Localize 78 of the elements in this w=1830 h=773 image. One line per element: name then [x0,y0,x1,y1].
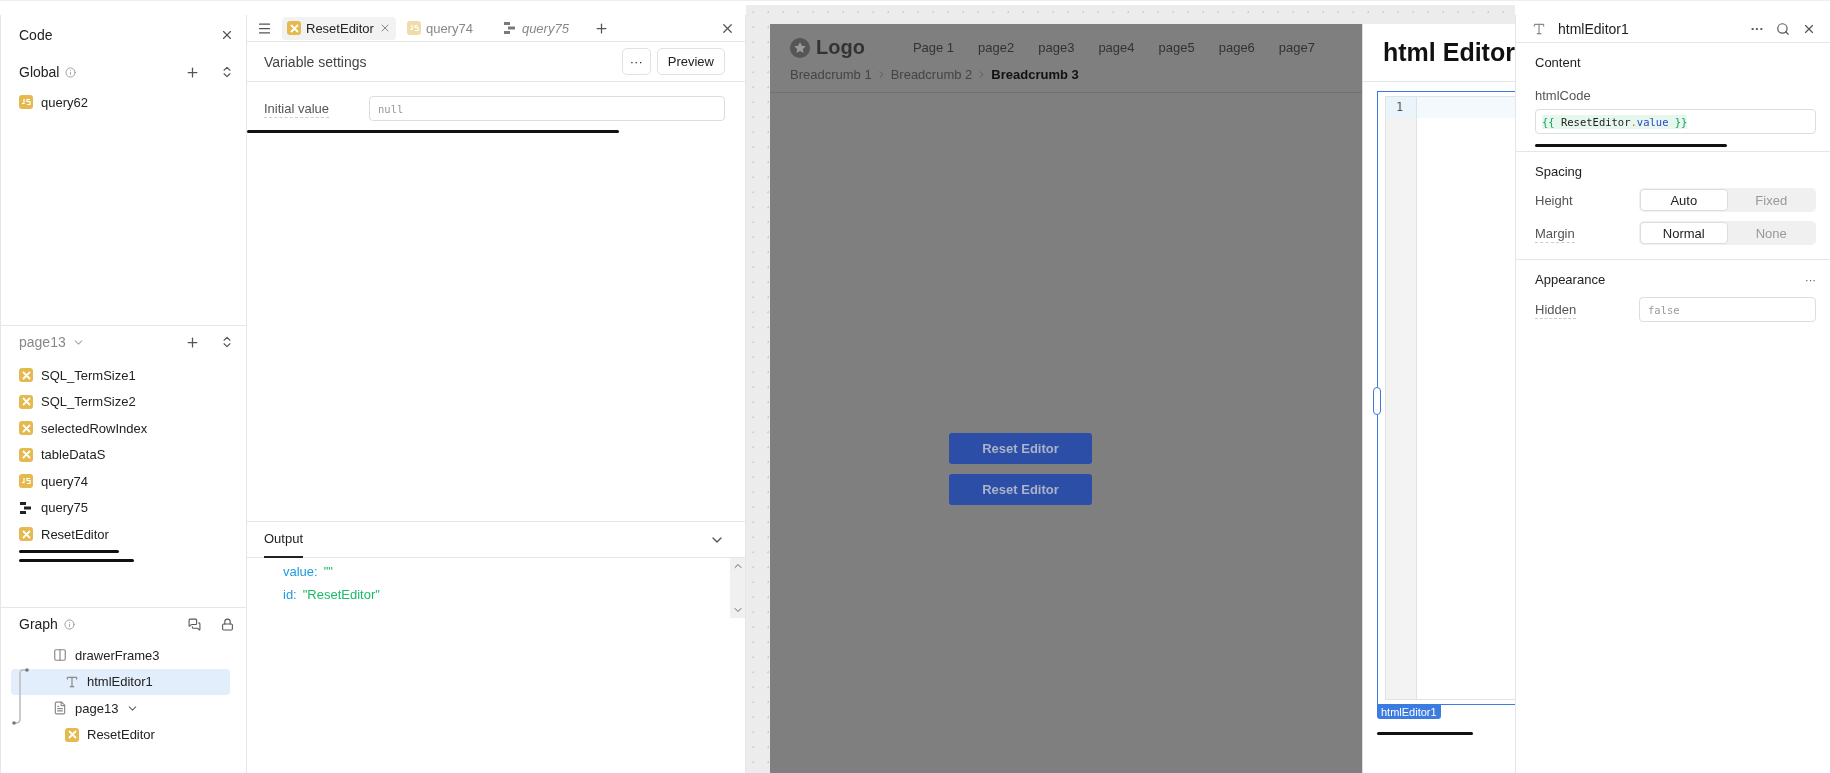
variable-icon [19,394,33,409]
line-number: 1 [1386,97,1416,118]
lock-icon[interactable] [221,617,234,631]
field-label: Margin [1535,225,1576,241]
more-button[interactable]: ··· [1750,21,1764,36]
field-label: Height [1535,192,1574,208]
code-item[interactable]: tableDataS [11,441,234,468]
variable-icon [19,421,33,436]
js-icon [406,21,421,35]
page-icon [53,701,67,716]
resize-handle[interactable] [1373,387,1381,415]
section-title: Global [19,64,60,80]
comments-icon[interactable] [188,617,201,631]
text-icon [65,674,79,689]
more-button[interactable]: ··· [1805,273,1816,286]
breadcrumb[interactable]: Breadcrumb 3 [991,67,1079,82]
menu-icon[interactable] [257,20,272,36]
variable-icon [19,527,33,542]
panel-icon [53,648,67,663]
more-button[interactable]: ··· [621,48,651,75]
section-title: Graph [19,616,58,632]
code-item[interactable]: SQL_TermSize1 [11,362,234,389]
connector-drawing [12,668,30,726]
graph-node[interactable]: page13 [11,695,230,722]
variable-icon [287,21,301,35]
js-icon [19,95,33,110]
output-key: id: [283,587,297,602]
plus-icon[interactable] [593,20,609,36]
segment-option[interactable]: Auto [1640,189,1728,211]
output-key: value: [283,564,318,579]
graph-node[interactable]: htmlEditor1 [11,668,230,695]
graph-node[interactable]: drawerFrame3 [11,642,230,669]
settings-title: Variable settings [264,53,367,70]
field-label: Initial value [264,101,331,116]
flow-icon [502,21,517,35]
preview-button[interactable]: Preview [656,48,725,75]
editor-tab[interactable]: query74 [401,16,478,40]
variable-icon [65,727,79,742]
graph-node[interactable]: ResetEditor [11,721,230,748]
reset-button[interactable]: Reset Editor [949,433,1092,464]
panel-title: Code [19,27,53,43]
flow-icon [19,500,33,515]
code-item[interactable]: selectedRowIndex [11,415,234,442]
text-icon [1532,21,1546,36]
code-item[interactable]: query75 [11,494,234,521]
code-field[interactable]: {{ ResetEditor.value }} [1535,109,1816,134]
info-icon [63,618,75,630]
section-title: Content [1535,55,1582,70]
field-label: htmlCode [1535,88,1592,103]
segment-option[interactable]: Normal [1640,222,1728,244]
output-value: "" [323,564,333,579]
search-icon[interactable] [1776,21,1790,36]
output-value: "ResetEditor" [302,587,380,602]
close-icon[interactable] [220,28,234,42]
input-field[interactable]: null [369,96,725,121]
variable-icon [19,368,33,383]
section-title: Appearance [1535,272,1606,287]
output-tab[interactable]: Output [264,521,304,558]
logo: Logo [816,36,865,59]
section-title: Spacing [1535,164,1583,179]
variable-icon [19,447,33,462]
inspector-title: htmlEditor1 [1558,20,1629,37]
plus-icon[interactable] [185,64,200,80]
reset-button[interactable]: Reset Editor [949,474,1092,505]
code-item[interactable]: SQL_TermSize2 [11,388,234,415]
field-label: Hidden [1535,302,1578,317]
code-item[interactable]: ResetEditor [11,521,234,548]
js-icon [19,474,33,489]
code-item[interactable]: query62 [11,89,234,116]
input-field[interactable]: false [1639,297,1816,322]
editor-tab[interactable]: ResetEditor [282,16,396,40]
info-icon [65,66,77,78]
page-selector[interactable]: page13 [19,334,66,350]
editor-tab[interactable]: query75 [497,16,574,40]
drawer-title: html Editor [1363,24,1515,82]
plus-icon[interactable] [185,334,200,350]
component-tag: htmlEditor1 [1377,705,1441,719]
code-item[interactable]: query74 [11,468,234,495]
